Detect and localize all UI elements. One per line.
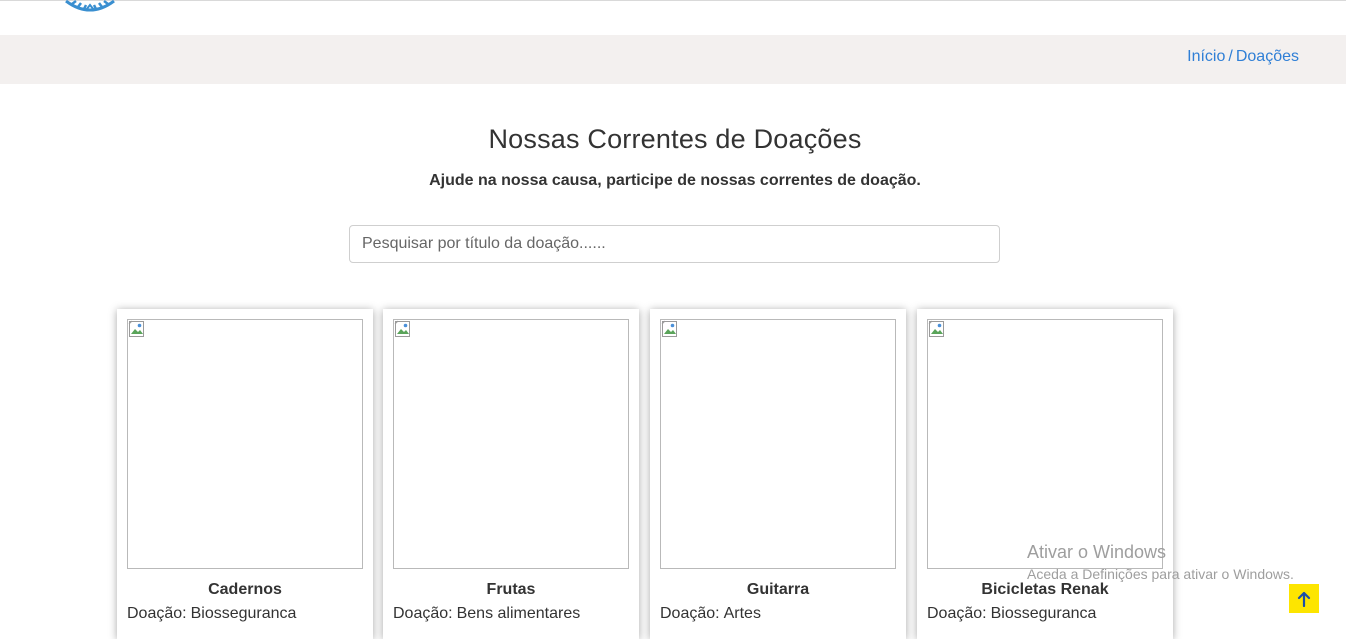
- breadcrumb-separator: /: [1228, 48, 1233, 65]
- breadcrumb-current-link[interactable]: Doações: [1236, 48, 1299, 65]
- card-title: Cadernos: [208, 581, 282, 598]
- breadcrumb: Início / Doações: [1187, 47, 1299, 67]
- card-category-value: Biosseguranca: [190, 605, 297, 622]
- card-category-value: Biosseguranca: [990, 605, 1097, 622]
- card-category-value: Artes: [723, 605, 761, 622]
- card-image[interactable]: [927, 319, 1163, 569]
- page-subtitle: Ajude na nossa causa, participe de nossa…: [429, 172, 921, 189]
- page-title: Nossas Correntes de Doações: [488, 124, 862, 154]
- card-image[interactable]: [393, 319, 629, 569]
- donation-card[interactable]: Frutas Doação: Bens alimentares: [383, 309, 639, 639]
- card-title: Guitarra: [746, 581, 810, 598]
- card-title: Bicicletas Renak: [981, 581, 1109, 598]
- card-image[interactable]: [127, 319, 363, 569]
- card-category: Doação: Biosseguranca: [927, 605, 1096, 623]
- top-navbar: [0, 0, 1346, 36]
- breadcrumb-bar: Início / Doações: [0, 35, 1346, 84]
- arrow-up-icon: [1297, 591, 1311, 607]
- broken-image-icon: [928, 320, 944, 337]
- breadcrumb-home-link[interactable]: Início: [1187, 48, 1225, 65]
- card-category-label: Doação:: [127, 605, 187, 622]
- card-category: Doação: Biosseguranca: [127, 605, 296, 623]
- card-image[interactable]: [660, 319, 896, 569]
- logo-icon[interactable]: [62, 0, 118, 17]
- broken-image-icon: [394, 320, 410, 337]
- back-to-top-button[interactable]: [1289, 584, 1319, 613]
- card-category: Doação: Artes: [660, 605, 761, 623]
- card-category-label: Doação:: [393, 605, 453, 622]
- broken-image-icon: [661, 320, 677, 337]
- card-title: Frutas: [486, 581, 536, 598]
- card-category: Doação: Bens alimentares: [393, 605, 580, 623]
- card-category-label: Doação:: [660, 605, 720, 622]
- donation-card[interactable]: Guitarra Doação: Artes: [650, 309, 906, 639]
- donation-card[interactable]: Cadernos Doação: Biosseguranca: [117, 309, 373, 639]
- card-category-label: Doação:: [927, 605, 987, 622]
- search-input[interactable]: [349, 225, 1000, 263]
- broken-image-icon: [128, 320, 144, 337]
- donation-card[interactable]: Bicicletas Renak Doação: Biosseguranca: [917, 309, 1173, 639]
- card-category-value: Bens alimentares: [456, 605, 581, 622]
